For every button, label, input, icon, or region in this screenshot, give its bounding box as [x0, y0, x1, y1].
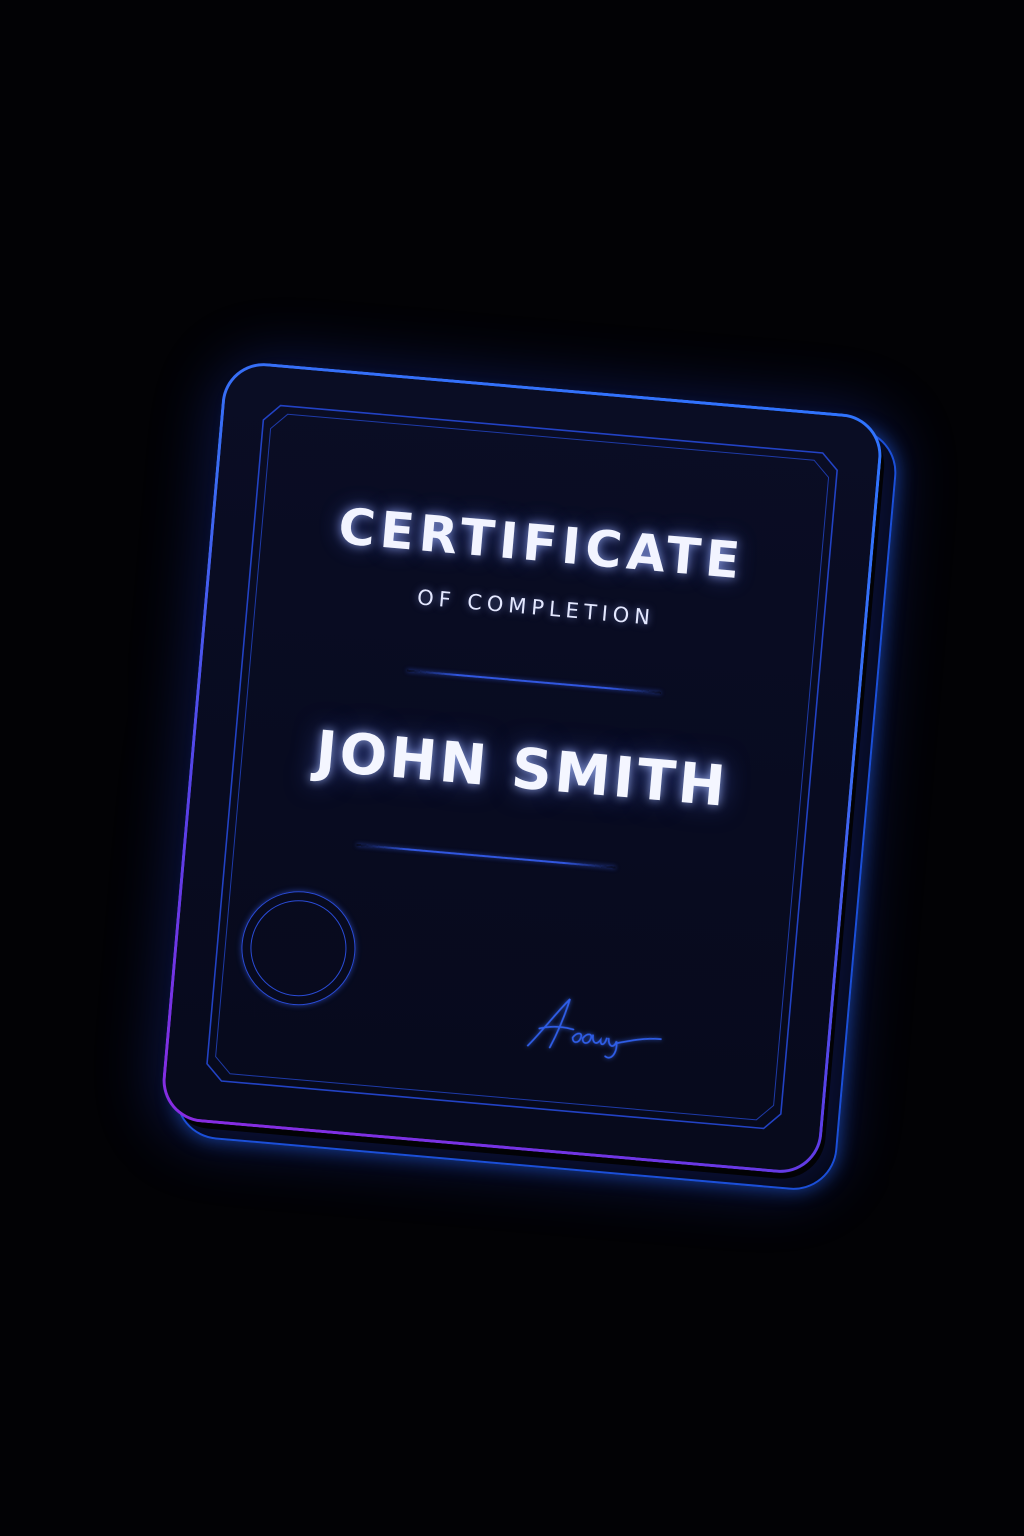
signature-stroke [526, 998, 662, 1059]
dark-background: CERTIFICATE OF COMPLETION JOHN SMITH [0, 0, 1024, 1536]
seal-inner-ring [246, 896, 351, 1001]
signature-icon [519, 987, 675, 1070]
certificate-card: CERTIFICATE OF COMPLETION JOHN SMITH [159, 359, 885, 1177]
